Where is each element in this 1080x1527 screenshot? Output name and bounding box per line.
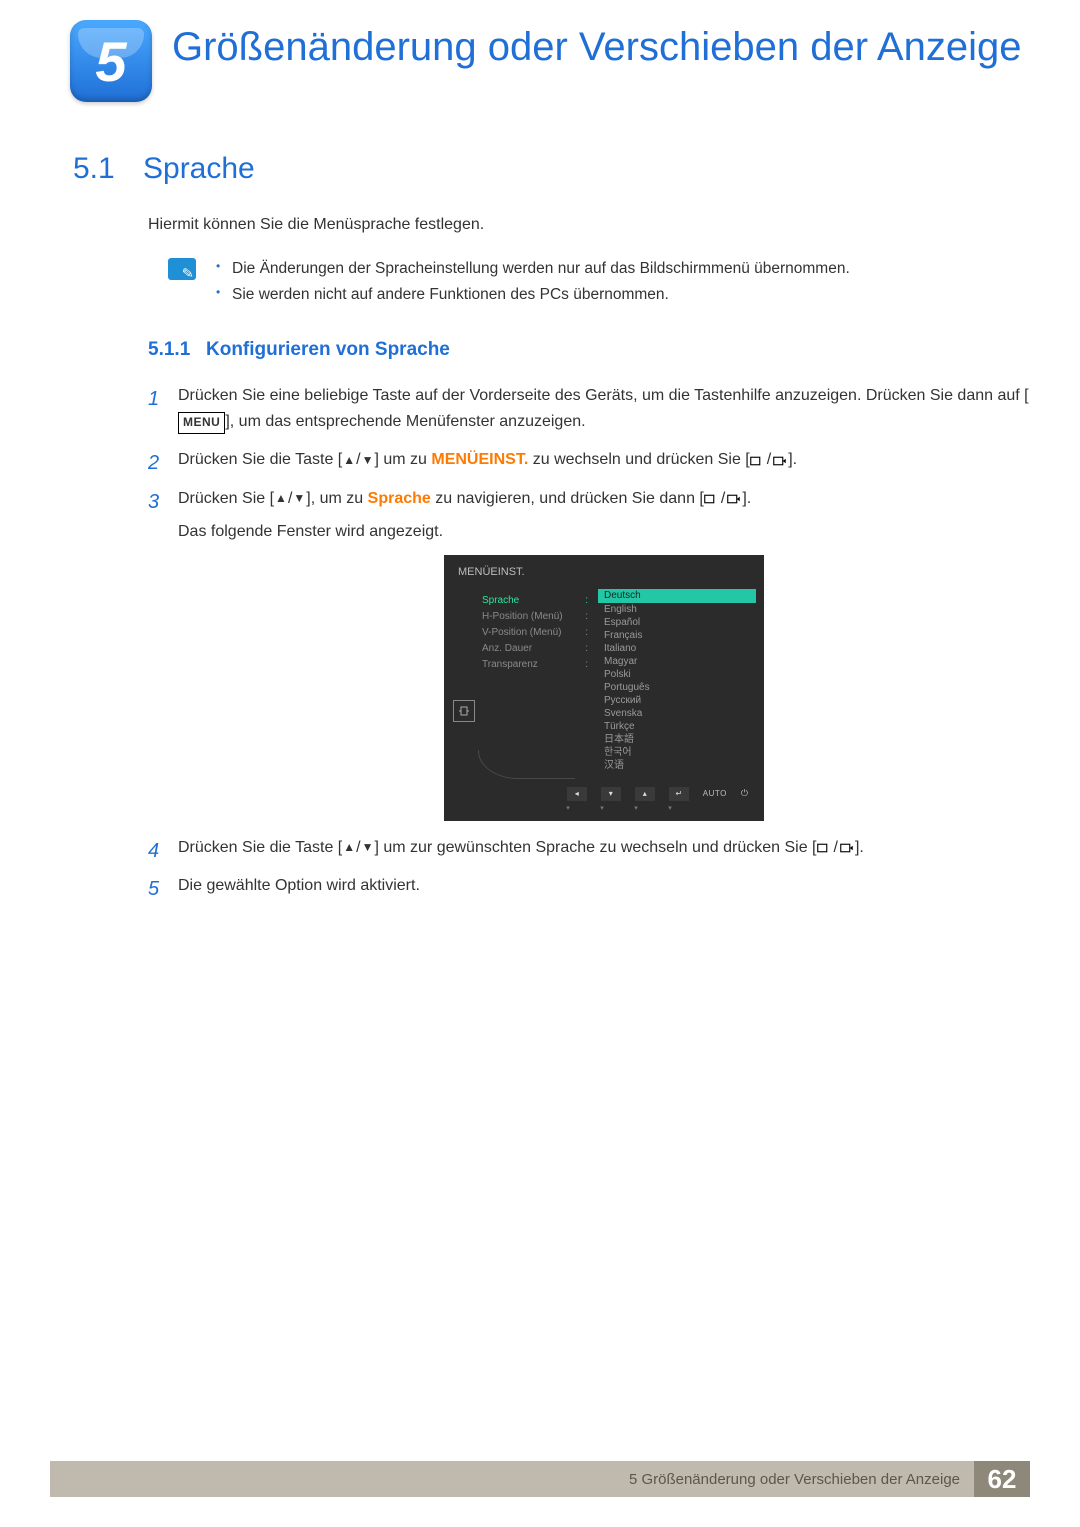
select-icon: /: [704, 486, 742, 512]
osd-lang-option: Türkçe: [598, 720, 756, 733]
osd-screenshot: MENÜEINST. Sprache: H-Position (Menü): V…: [444, 555, 764, 821]
osd-menu-item: Transparenz: [482, 657, 538, 674]
note-list: Die Änderungen der Spracheinstellung wer…: [216, 256, 850, 309]
osd-menu-list: Sprache: H-Position (Menü): V-Position (…: [476, 589, 594, 776]
step-text: Drücken Sie die Taste [: [178, 839, 342, 856]
step-3: 3 Drücken Sie [/], um zu Sprache zu navi…: [148, 486, 1030, 821]
subsection-title: Konfigurieren von Sprache: [206, 339, 450, 360]
down-icon: [293, 489, 305, 509]
section-intro: Hiermit können Sie die Menüsprache festl…: [148, 216, 1030, 234]
osd-lang-option: Magyar: [598, 655, 756, 668]
osd-lang-selected: Deutsch: [598, 589, 756, 603]
step-text: Drücken Sie die Taste [: [178, 452, 342, 469]
chapter-title: Größenänderung oder Verschieben der Anze…: [172, 24, 1021, 70]
osd-lang-option: Français: [598, 629, 756, 642]
menu-button-label: MENU: [178, 412, 225, 434]
step-2: 2 Drücken Sie die Taste [/] um zu MENÜEI…: [148, 447, 1030, 474]
note-item: Die Änderungen der Spracheinstellung wer…: [216, 256, 850, 282]
step-text: Die gewählte Option wird aktiviert.: [178, 877, 420, 894]
down-icon: [362, 451, 374, 471]
osd-lang-option: Svenska: [598, 707, 756, 720]
osd-side-icon: [452, 589, 476, 776]
subsection-number: 5.1.1: [148, 339, 206, 361]
select-icon: /: [817, 835, 855, 861]
osd-menu-item: Anz. Dauer: [482, 641, 532, 658]
step-text: ].: [855, 839, 864, 856]
steps-list: 1 Drücken Sie eine beliebige Taste auf d…: [148, 383, 1030, 900]
select-icon: /: [750, 447, 788, 473]
step-text: Drücken Sie eine beliebige Taste auf der…: [178, 387, 1029, 404]
step-5: 5 Die gewählte Option wird aktiviert.: [148, 873, 1030, 899]
up-icon: [275, 489, 287, 509]
step-4: 4 Drücken Sie die Taste [/] um zur gewün…: [148, 835, 1030, 862]
footer-text: 5 Größenänderung oder Verschieben der An…: [50, 1461, 974, 1497]
step-text: zu navigieren, und drücken Sie dann [: [431, 490, 704, 507]
step-text: ], um zu: [306, 490, 367, 507]
note-item: Sie werden nicht auf andere Funktionen d…: [216, 282, 850, 308]
osd-lang-option: Русский: [598, 694, 756, 707]
step-text: zu wechseln und drücken Sie [: [528, 452, 749, 469]
page-number: 62: [974, 1461, 1030, 1497]
osd-lang-option: 汉语: [598, 759, 756, 772]
osd-lang-option: English: [598, 603, 756, 616]
osd-lang-option: Português: [598, 681, 756, 694]
osd-lang-option: Polski: [598, 668, 756, 681]
step-text: ].: [742, 490, 751, 507]
osd-power-icon: ⏻: [741, 786, 748, 801]
osd-lang-option: Italiano: [598, 642, 756, 655]
section-heading: 5.1Sprache: [73, 152, 1030, 186]
osd-menu-item: H-Position (Menü): [482, 609, 563, 626]
step-1: 1 Drücken Sie eine beliebige Taste auf d…: [148, 383, 1030, 436]
osd-menu-item: Sprache: [482, 593, 519, 610]
section-title: Sprache: [143, 152, 255, 185]
step-text: Das folgende Fenster wird angezeigt.: [178, 519, 1030, 545]
step-text: ] um zu: [374, 452, 431, 469]
osd-language-list: Deutsch English Español Français Italian…: [598, 589, 756, 776]
subsection-heading: 5.1.1Konfigurieren von Sprache: [148, 339, 1030, 361]
osd-title: MENÜEINST.: [452, 561, 756, 589]
up-icon: [343, 838, 355, 858]
section-number: 5.1: [73, 152, 143, 186]
down-icon: [362, 838, 374, 858]
step-text: ], um das entsprechende Menüfenster anzu…: [225, 413, 585, 430]
osd-menu-item: V-Position (Menü): [482, 625, 561, 642]
step-text: ] um zur gewünschten Sprache zu wechseln…: [374, 839, 816, 856]
osd-lang-option: 한국어: [598, 746, 756, 759]
highlight: MENÜEINST.: [431, 452, 528, 469]
osd-enter-icon: ↵: [669, 787, 689, 801]
osd-up-icon: ▴: [635, 787, 655, 801]
osd-auto-label: AUTO: [703, 787, 727, 800]
page-footer: 5 Größenänderung oder Verschieben der An…: [50, 1461, 1030, 1497]
osd-back-icon: ◂: [567, 787, 587, 801]
osd-lang-option: 日本語: [598, 733, 756, 746]
osd-down-icon: ▾: [601, 787, 621, 801]
step-text: ].: [788, 452, 797, 469]
osd-lang-option: Español: [598, 616, 756, 629]
chapter-number-badge: 5: [70, 20, 152, 102]
note-icon: [168, 258, 196, 280]
up-icon: [343, 451, 355, 471]
step-text: Drücken Sie [: [178, 490, 274, 507]
highlight: Sprache: [368, 490, 431, 507]
